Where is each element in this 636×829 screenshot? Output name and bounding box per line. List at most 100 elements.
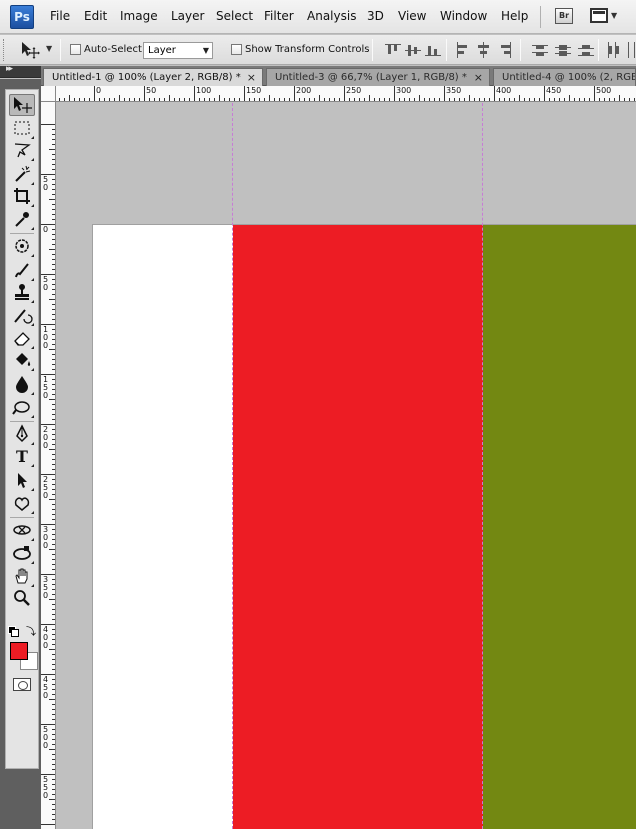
horizontal-ruler[interactable]: 0 50 100 150 200 250 300 350 400 450 500 [56, 86, 636, 102]
align-horizontal-centers-icon[interactable] [475, 42, 491, 58]
align-left-edges-icon[interactable] [455, 42, 471, 58]
ruler-label: 0 [96, 86, 102, 95]
zoom-tool-icon[interactable] [9, 588, 35, 610]
vertical-guide[interactable] [482, 103, 483, 829]
ruler-tick [52, 279, 55, 280]
ruler-tick [52, 794, 55, 795]
ruler-tick [149, 98, 150, 101]
default-colors-icon[interactable] [8, 626, 19, 637]
tab-untitled-4[interactable]: Untitled-4 @ 100% (2, RGB/8) [493, 68, 636, 86]
brush-tool-icon[interactable] [9, 260, 35, 282]
ruler-tick [52, 234, 55, 235]
hand-tool-icon[interactable] [9, 566, 35, 588]
ruler-tick [52, 539, 55, 540]
tool-preset-chevron-icon[interactable]: ▼ [46, 44, 52, 53]
move-tool-icon[interactable] [9, 94, 35, 116]
align-bottom-edges-icon[interactable] [425, 42, 441, 58]
ruler-tick [454, 98, 455, 101]
history-brush-tool-icon[interactable] [9, 305, 35, 327]
close-icon[interactable]: × [474, 69, 483, 86]
type-tool-icon[interactable]: T [9, 446, 35, 468]
path-selection-tool-icon[interactable] [9, 470, 35, 492]
ruler-label: 4 5 0 [42, 675, 49, 700]
menu-select[interactable]: Select [216, 9, 253, 23]
menu-image[interactable]: Image [120, 9, 158, 23]
lasso-tool-icon[interactable] [9, 140, 35, 162]
distribute-horizontal-centers-icon[interactable] [624, 42, 636, 58]
red-band [233, 225, 483, 829]
auto-select-checkbox[interactable] [70, 44, 81, 55]
show-transform-checkbox[interactable] [231, 44, 242, 55]
paint-bucket-tool-icon[interactable] [9, 350, 35, 372]
distribute-top-edges-icon[interactable] [532, 42, 548, 58]
marquee-tool-icon[interactable] [9, 118, 35, 140]
menu-3d[interactable]: 3D [367, 9, 384, 23]
toolbox-header[interactable]: ▸▸ [0, 64, 41, 78]
ruler-tick [52, 729, 55, 730]
swap-colors-icon[interactable]: ⤵ [26, 623, 36, 638]
menu-view[interactable]: View [398, 9, 426, 23]
align-right-edges-icon[interactable] [497, 42, 513, 58]
expand-panel-icon[interactable]: ▸▸ [6, 64, 13, 74]
menu-window[interactable]: Window [440, 9, 487, 23]
canvas-workspace[interactable] [57, 103, 636, 829]
blur-tool-icon[interactable] [9, 374, 35, 396]
ruler-tick [174, 98, 175, 101]
distribute-bottom-edges-icon[interactable] [578, 42, 594, 58]
ruler-tick [214, 98, 215, 101]
ruler-tick [499, 98, 500, 101]
ruler-tick [599, 98, 600, 101]
grip-handle[interactable] [3, 39, 6, 61]
menu-analysis[interactable]: Analysis [307, 9, 356, 23]
ruler-tick [129, 98, 130, 101]
screen-mode-button[interactable]: ▼ [590, 8, 618, 24]
ruler-tick [52, 559, 55, 560]
menu-edit[interactable]: Edit [84, 9, 107, 23]
eraser-tool-icon[interactable] [9, 328, 35, 350]
document-canvas[interactable] [93, 225, 636, 829]
ruler-tick [379, 98, 380, 101]
pen-tool-icon[interactable] [9, 424, 35, 446]
3d-rotate-tool-icon[interactable] [9, 520, 35, 542]
3d-orbit-tool-icon[interactable] [9, 543, 35, 565]
dodge-tool-icon[interactable] [9, 397, 35, 419]
green-band [483, 225, 636, 829]
auto-select-target-dropdown[interactable]: Layer ▼ [143, 42, 213, 59]
vertical-guide[interactable] [232, 103, 233, 829]
ruler-tick [52, 379, 55, 380]
ruler-tick [474, 98, 475, 101]
ruler-tick [52, 454, 55, 455]
menu-layer[interactable]: Layer [171, 9, 204, 23]
close-icon[interactable]: × [247, 69, 256, 86]
align-vertical-centers-icon[interactable] [405, 42, 421, 58]
spot-healing-tool-icon[interactable] [9, 236, 35, 258]
ruler-tick [49, 749, 55, 750]
ruler-tick [179, 98, 180, 101]
tab-untitled-1[interactable]: Untitled-1 @ 100% (Layer 2, RGB/8) * × [43, 68, 263, 86]
shape-tool-icon[interactable] [9, 493, 35, 515]
ruler-tick [194, 86, 195, 101]
clone-stamp-tool-icon[interactable] [9, 282, 35, 304]
ruler-label: 350 [446, 86, 462, 95]
menu-filter[interactable]: Filter [264, 9, 294, 23]
align-top-edges-icon[interactable] [385, 42, 401, 58]
move-tool-icon[interactable] [20, 41, 40, 59]
vertical-ruler[interactable]: 5 0 0 5 0 1 0 0 1 5 0 2 0 0 2 5 0 3 0 0 3 5 0 4 0… [41, 102, 56, 829]
crop-tool-icon[interactable] [9, 186, 35, 208]
ruler-origin[interactable] [41, 86, 56, 102]
magic-wand-tool-icon[interactable] [9, 164, 35, 186]
photoshop-logo[interactable]: Ps [10, 5, 34, 29]
menu-file[interactable]: File [50, 9, 70, 23]
distribute-vertical-centers-icon[interactable] [555, 42, 571, 58]
eyedropper-tool-icon[interactable] [9, 209, 35, 231]
ruler-tick [52, 214, 55, 215]
tab-untitled-3[interactable]: Untitled-3 @ 66,7% (Layer 1, RGB/8) * × [266, 68, 490, 86]
bridge-button[interactable]: Br [555, 8, 573, 24]
ruler-tick [164, 98, 165, 101]
distribute-left-edges-icon[interactable] [605, 42, 621, 58]
ruler-tick [52, 509, 55, 510]
menu-help[interactable]: Help [501, 9, 528, 23]
quick-mask-icon[interactable] [13, 678, 31, 691]
foreground-color-swatch[interactable] [10, 642, 28, 660]
ruler-tick [52, 619, 55, 620]
